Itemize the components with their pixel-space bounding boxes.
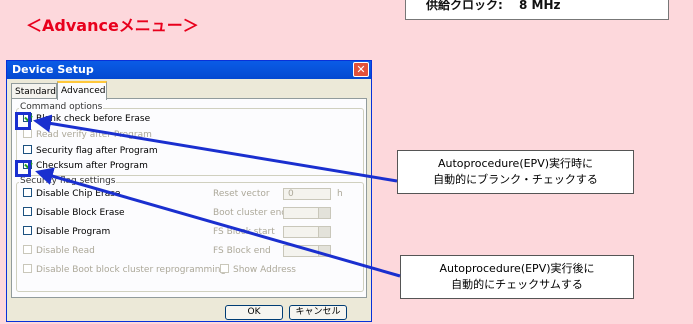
annotation-arrows bbox=[33, 114, 401, 278]
tab-advanced[interactable]: Advanced bbox=[57, 81, 107, 100]
blank-check-arrow bbox=[33, 114, 398, 183]
checksum-arrow bbox=[35, 167, 401, 278]
